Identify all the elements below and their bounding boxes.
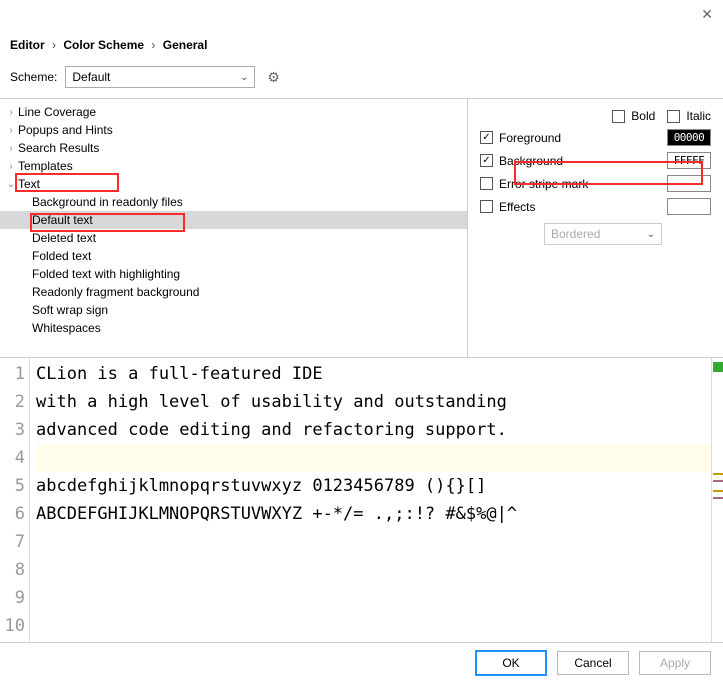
tree-item[interactable]: Default text [0,211,467,229]
effects-checkbox[interactable] [480,200,493,213]
background-color[interactable]: FFFFF [667,152,711,169]
tree-item-label: Line Coverage [18,105,96,119]
tree-item-label: Templates [18,159,73,173]
tree-item-label: Soft wrap sign [32,303,108,317]
chevron-down-icon: ⌄ [4,179,18,190]
code-line [36,612,711,640]
code-line: ABCDEFGHIJKLMNOPQRSTUVWXYZ +-*/= .,;:!? … [36,500,711,528]
breadcrumb-colorscheme[interactable]: Color Scheme [63,38,144,52]
line-number: 4 [0,444,25,472]
tree-item[interactable]: ›Templates [0,157,467,175]
tree-item-label: Deleted text [32,231,96,245]
stripe-mark [713,480,723,482]
status-ok-icon [713,362,723,372]
breadcrumb-sep: › [151,38,155,52]
line-number: 5 [0,472,25,500]
line-number: 1 [0,360,25,388]
italic-checkbox[interactable] [667,110,680,123]
stripe-mark [713,497,723,499]
code-line [36,444,711,472]
dialog-footer: OK Cancel Apply [0,643,723,683]
code-preview: CLion is a full-featured IDEwith a high … [30,358,711,642]
attributes-panel: Bold Italic ✓ Foreground 00000 ✓ Backgro… [468,99,723,357]
bold-label: Bold [631,109,655,123]
line-number: 9 [0,584,25,612]
tree-item-label: Popups and Hints [18,123,113,137]
tree-item[interactable]: ›Line Coverage [0,103,467,121]
code-line [36,584,711,612]
scheme-select[interactable]: Default ⌄ [65,66,255,88]
line-number: 6 [0,500,25,528]
cancel-button[interactable]: Cancel [557,651,629,675]
effects-type-select: Bordered ⌄ [544,223,662,245]
italic-label: Italic [686,109,711,123]
gutter: 12345678910 [0,358,30,642]
code-line: with a high level of usability and outst… [36,388,711,416]
line-number: 10 [0,612,25,640]
breadcrumb-general[interactable]: General [163,38,208,52]
tree-item[interactable]: Readonly fragment background [0,283,467,301]
background-label: Background [499,154,563,168]
gear-icon[interactable]: ⚙ [267,69,280,86]
stripe-mark [713,490,723,492]
marker-stripe [711,358,723,642]
error-stripe-checkbox[interactable] [480,177,493,190]
line-number: 2 [0,388,25,416]
tree-item-label: Folded text [32,249,91,263]
chevron-right-icon: › [4,107,18,118]
tree-item-label: Default text [32,213,93,227]
breadcrumb: Editor › Color Scheme › General [0,0,723,60]
tree-item-label: Folded text with highlighting [32,267,180,281]
bold-checkbox[interactable] [612,110,625,123]
effects-type-value: Bordered [551,227,600,241]
effects-label: Effects [499,200,535,214]
breadcrumb-editor[interactable]: Editor [10,38,45,52]
effects-color[interactable] [667,198,711,215]
error-stripe-label: Error stripe mark [499,177,588,191]
breadcrumb-sep: › [52,38,56,52]
line-number: 7 [0,528,25,556]
stripe-mark [713,473,723,475]
tree-item[interactable]: ›Popups and Hints [0,121,467,139]
tree-item[interactable]: Background in readonly files [0,193,467,211]
line-number: 3 [0,416,25,444]
tree-item[interactable]: ⌄Text [0,175,467,193]
preview-pane: 12345678910 CLion is a full-featured IDE… [0,358,723,643]
tree-item[interactable]: Soft wrap sign [0,301,467,319]
foreground-label: Foreground [499,131,561,145]
tree[interactable]: ›Line Coverage›Popups and Hints›Search R… [0,99,468,357]
chevron-right-icon: › [4,161,18,172]
scheme-label: Scheme: [10,70,57,84]
code-line: CLion is a full-featured IDE [36,360,711,388]
chevron-down-icon: ⌄ [647,229,655,240]
foreground-color[interactable]: 00000 [667,129,711,146]
code-line [36,528,711,556]
chevron-right-icon: › [4,125,18,136]
tree-item[interactable]: Whitespaces [0,319,467,337]
code-line [36,556,711,584]
chevron-down-icon: ⌄ [240,72,248,83]
code-line: abcdefghijklmnopqrstuvwxyz 0123456789 ()… [36,472,711,500]
tree-item-label: Readonly fragment background [32,285,199,299]
tree-item-label: Text [18,177,40,191]
tree-item[interactable]: Folded text [0,247,467,265]
close-icon[interactable]: ✕ [701,6,713,23]
tree-item[interactable]: Folded text with highlighting [0,265,467,283]
tree-item[interactable]: Deleted text [0,229,467,247]
foreground-checkbox[interactable]: ✓ [480,131,493,144]
error-stripe-color[interactable] [667,175,711,192]
tree-item-label: Background in readonly files [32,195,183,209]
ok-button[interactable]: OK [475,650,547,676]
background-checkbox[interactable]: ✓ [480,154,493,167]
line-number: 8 [0,556,25,584]
tree-item-label: Whitespaces [32,321,101,335]
apply-button: Apply [639,651,711,675]
tree-item[interactable]: ›Search Results [0,139,467,157]
chevron-right-icon: › [4,143,18,154]
code-line: advanced code editing and refactoring su… [36,416,711,444]
tree-item-label: Search Results [18,141,99,155]
scheme-selected: Default [72,70,110,84]
